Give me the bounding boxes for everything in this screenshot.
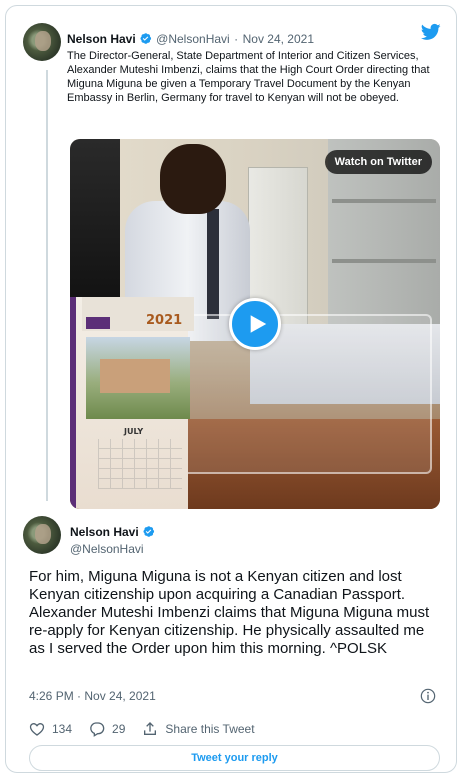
play-button[interactable]: [229, 298, 281, 350]
main-tweet-text: For him, Miguna Miguna is not a Kenyan c…: [29, 568, 430, 657]
main-author-name[interactable]: Nelson Havi: [70, 525, 139, 539]
calendar-logo: [86, 317, 110, 329]
quoted-tweet-header: Nelson Havi @NelsonHavi · Nov 24, 2021: [67, 31, 314, 47]
calendar-year: 2021: [146, 313, 183, 328]
verified-badge-icon: [140, 33, 151, 44]
main-tweet-header: Nelson Havi @NelsonHavi: [70, 524, 155, 557]
tweet-actions: 134 29 Share this Tweet: [29, 720, 272, 738]
calendar-month: JULY: [124, 427, 144, 436]
reply-action[interactable]: 29: [89, 721, 125, 737]
quoted-date[interactable]: Nov 24, 2021: [243, 32, 314, 46]
main-author-handle[interactable]: @NelsonHavi: [70, 542, 155, 557]
info-icon[interactable]: [420, 688, 436, 704]
heart-icon: [29, 722, 45, 736]
video-frame-glass-partition: [182, 314, 432, 474]
tweet-timestamp[interactable]: 4:26 PM · Nov 24, 2021: [29, 689, 156, 703]
share-action[interactable]: Share this Tweet: [142, 721, 255, 737]
quoted-tweet-text: The Director-General, State Department o…: [67, 50, 430, 104]
watch-on-twitter-button[interactable]: Watch on Twitter: [324, 150, 432, 174]
video-player[interactable]: 2021 JULY Watch on Twitter: [70, 139, 440, 509]
video-frame-shelf-row: [332, 259, 436, 263]
video-frame-shelf-row: [332, 199, 436, 203]
reply-bubble-icon: [90, 722, 105, 737]
quoted-author-handle[interactable]: @NelsonHavi: [156, 32, 230, 46]
calendar-grid: [98, 439, 182, 489]
quoted-avatar[interactable]: [23, 23, 61, 61]
reply-count: 29: [112, 722, 126, 736]
date-separator: ·: [234, 32, 239, 46]
share-icon: [144, 722, 157, 735]
tweet-embed-card: Nelson Havi @NelsonHavi · Nov 24, 2021 T…: [5, 5, 457, 773]
thread-line: [46, 70, 48, 501]
play-icon: [250, 315, 267, 333]
like-action[interactable]: 134: [29, 721, 72, 737]
video-frame-person-head: [160, 144, 226, 214]
tweet-your-reply-button[interactable]: Tweet your reply: [29, 745, 440, 771]
quoted-author-name[interactable]: Nelson Havi: [67, 32, 136, 46]
verified-badge-icon: [143, 526, 154, 537]
video-frame-chair: [70, 139, 120, 309]
share-label: Share this Tweet: [165, 722, 255, 736]
like-count: 134: [52, 722, 73, 736]
calendar-photo-building: [100, 359, 170, 393]
main-avatar[interactable]: [23, 516, 61, 554]
twitter-bird-icon[interactable]: [420, 22, 442, 42]
video-frame-calendar: 2021 JULY: [70, 297, 194, 509]
video-frame-tie: [207, 209, 219, 319]
